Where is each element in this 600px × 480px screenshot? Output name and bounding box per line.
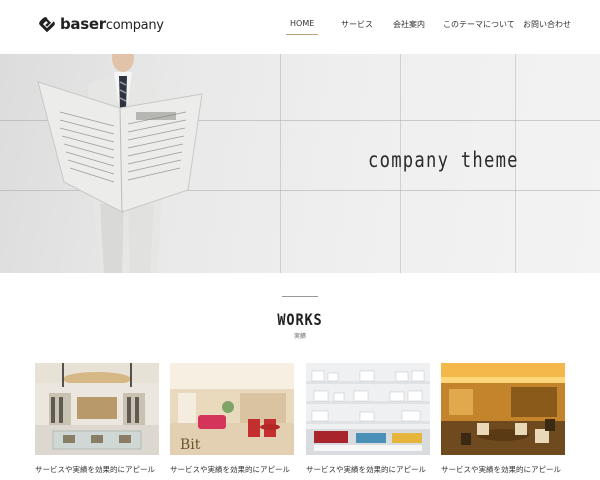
lounge-interior-image: Bit <box>170 363 294 455</box>
site-logo[interactable]: basercompany <box>38 15 164 35</box>
hero-title: company theme <box>368 148 519 172</box>
section-divider <box>282 296 318 297</box>
works-card[interactable]: サービスや実績を効果的にアピール <box>441 363 565 475</box>
works-card[interactable]: サービスや実績を効果的にアピール <box>35 363 159 475</box>
hotel-lobby-image <box>441 363 565 455</box>
nav-item-services[interactable]: サービス <box>341 19 373 30</box>
site-header: basercompany HOME サービス 会社案内 このテーマについて お問… <box>0 0 600 54</box>
works-card-caption: サービスや実績を効果的にアピール <box>306 465 426 474</box>
nav-item-contact[interactable]: お問い合わせ <box>523 19 571 30</box>
works-card-caption: サービスや実績を効果的にアピール <box>170 465 290 474</box>
nav-item-home[interactable]: HOME <box>285 19 319 35</box>
works-card[interactable]: Bit サービスや実績を効果的にアピール <box>170 363 294 475</box>
wall-tile-line <box>280 54 281 273</box>
works-card-caption: サービスや実績を効果的にアピール <box>441 465 561 474</box>
logo-sub: company <box>105 18 164 33</box>
nav-item-about-theme[interactable]: このテーマについて <box>443 19 515 30</box>
tableware-shelves-image <box>306 363 430 455</box>
nav-item-company[interactable]: 会社案内 <box>393 19 425 30</box>
works-card-caption: サービスや実績を効果的にアピール <box>35 465 155 474</box>
works-subheading: 実績 <box>293 333 306 340</box>
works-card[interactable]: サービスや実績を効果的にアピール <box>306 363 430 475</box>
businessman-reading-newspaper-image <box>37 54 203 273</box>
logo-text: basercompany <box>60 15 164 35</box>
works-heading: WORKS <box>277 310 323 329</box>
hero-banner: company theme <box>0 54 600 273</box>
store-interior-image <box>35 363 159 455</box>
logo-main: baser <box>60 15 106 33</box>
logo-mark-icon <box>39 17 55 33</box>
svg-text:Bit: Bit <box>180 437 201 453</box>
